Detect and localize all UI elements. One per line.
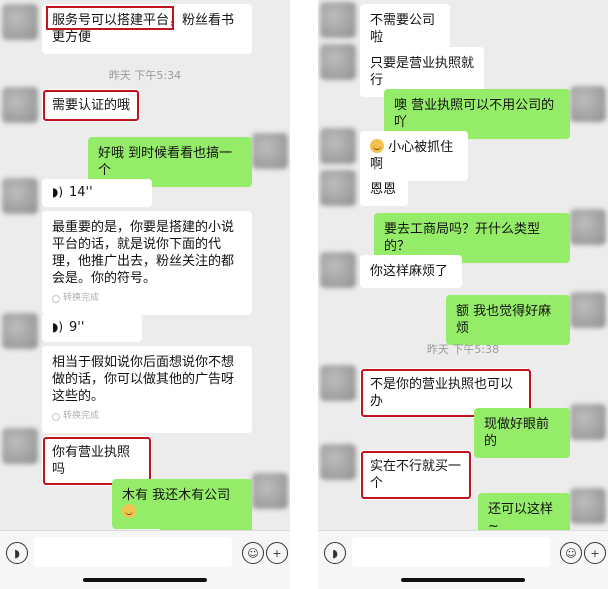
message-text: 噢 营业执照可以不用公司的吖 <box>394 98 555 130</box>
emoji-icon <box>122 504 136 518</box>
message-text: 不是你的营业执照也可以办 <box>370 377 514 409</box>
emoji-button-icon[interactable]: ☺ <box>560 542 582 564</box>
message-bubble[interactable]: 你这样麻烦了 <box>360 255 462 288</box>
home-indicator <box>401 578 525 582</box>
contact-avatar[interactable] <box>320 44 356 80</box>
voice-icon: ◗) <box>52 185 64 199</box>
message-text: 相当于假如说你后面想说你不想做的话，你可以做其他的广告呀这些的。 <box>52 355 235 404</box>
message-input[interactable] <box>34 537 232 567</box>
conversion-label: 转换完成 <box>63 293 100 303</box>
timestamp: 昨天 下午5:34 <box>108 69 182 82</box>
left-chat-screen: 服务号可以搭建平台，粉丝看书更方便 昨天 下午5:34 需要认证的哦 好哦 到时… <box>0 0 290 589</box>
message-text: 只要是营业执照就行 <box>370 56 475 88</box>
plus-icon[interactable]: + <box>266 542 288 564</box>
message-text: 最重要的是，你要是搭建的小说平台的话，就是说你下面的代理，他推广出去，粉丝关注的… <box>52 220 235 286</box>
right-chat-screen: 不需要公司啦 只要是营业执照就行 噢 营业执照可以不用公司的吖 小心被抓住啊 恩… <box>318 0 608 589</box>
highlight-box <box>46 6 174 30</box>
partial-message-bubble <box>160 520 252 530</box>
message-text: 额 我也觉得好麻烦 <box>456 304 552 336</box>
conversion-label: 转换完成 <box>63 411 100 421</box>
message-bubble[interactable]: 现做好眼前的 <box>474 408 570 458</box>
home-indicator <box>83 578 207 582</box>
voice-input-icon[interactable]: ◗ <box>6 542 28 564</box>
message-text: 需要认证的哦 <box>52 98 131 113</box>
my-avatar[interactable] <box>252 473 288 509</box>
my-avatar[interactable] <box>570 86 606 122</box>
conversion-status: 转换完成 <box>52 290 242 307</box>
converted-text-bubble[interactable]: 相当于假如说你后面想说你不想做的话，你可以做其他的广告呀这些的。 转换完成 <box>42 346 252 433</box>
message-text: 现做好眼前的 <box>484 417 550 449</box>
message-bubble[interactable]: 额 我也觉得好麻烦 <box>446 295 570 345</box>
message-text: 你有营业执照吗 <box>52 445 131 477</box>
contact-avatar[interactable] <box>2 313 38 349</box>
check-icon <box>52 294 60 303</box>
message-text: 好哦 到时候看看也搞一个 <box>98 146 233 178</box>
message-text: 不需要公司啦 <box>370 13 436 45</box>
check-icon <box>52 412 60 421</box>
input-bar: ◗ ☺ + <box>318 530 608 589</box>
my-avatar[interactable] <box>570 292 606 328</box>
my-avatar[interactable] <box>570 488 606 524</box>
plus-icon[interactable]: + <box>584 542 606 564</box>
voice-message[interactable]: ◗) 14'' <box>42 179 152 207</box>
message-bubble[interactable]: 实在不行就买一个 <box>360 450 472 500</box>
voice-duration: 9'' <box>69 320 85 335</box>
message-text: 恩恩 <box>370 182 397 197</box>
contact-avatar[interactable] <box>320 170 356 206</box>
input-bar: ◗ ☺ + <box>0 530 290 589</box>
contact-avatar[interactable] <box>320 365 356 401</box>
message-bubble[interactable]: 需要认证的哦 <box>42 89 140 122</box>
contact-avatar[interactable] <box>320 2 356 38</box>
message-bubble[interactable]: 恩恩 <box>360 173 408 206</box>
contact-avatar[interactable] <box>320 252 356 288</box>
voice-duration: 14'' <box>69 185 93 200</box>
voice-input-icon[interactable]: ◗ <box>324 542 346 564</box>
my-avatar[interactable] <box>252 133 288 169</box>
converted-text-bubble[interactable]: 最重要的是，你要是搭建的小说平台的话，就是说你下面的代理，他推广出去，粉丝关注的… <box>42 211 252 315</box>
message-input[interactable] <box>352 537 550 567</box>
contact-avatar[interactable] <box>320 128 356 164</box>
emoji-icon <box>370 139 384 153</box>
message-text: 你这样麻烦了 <box>370 264 449 279</box>
contact-avatar[interactable] <box>2 87 38 123</box>
timestamp: 昨天 下午5:38 <box>426 343 500 356</box>
contact-avatar[interactable] <box>2 4 38 40</box>
message-text: 木有 我还木有公司 <box>122 488 231 503</box>
conversion-status: 转换完成 <box>52 408 242 425</box>
contact-avatar[interactable] <box>320 444 356 480</box>
voice-icon: ◗) <box>52 320 64 334</box>
my-avatar[interactable] <box>570 404 606 440</box>
my-avatar[interactable] <box>570 209 606 245</box>
voice-message[interactable]: ◗) 9'' <box>42 314 142 342</box>
emoji-button-icon[interactable]: ☺ <box>242 542 264 564</box>
message-text: 要去工商局吗？开什么类型的？ <box>384 222 541 254</box>
message-text: 实在不行就买一个 <box>370 459 462 491</box>
contact-avatar[interactable] <box>2 178 38 214</box>
contact-avatar[interactable] <box>2 428 38 464</box>
